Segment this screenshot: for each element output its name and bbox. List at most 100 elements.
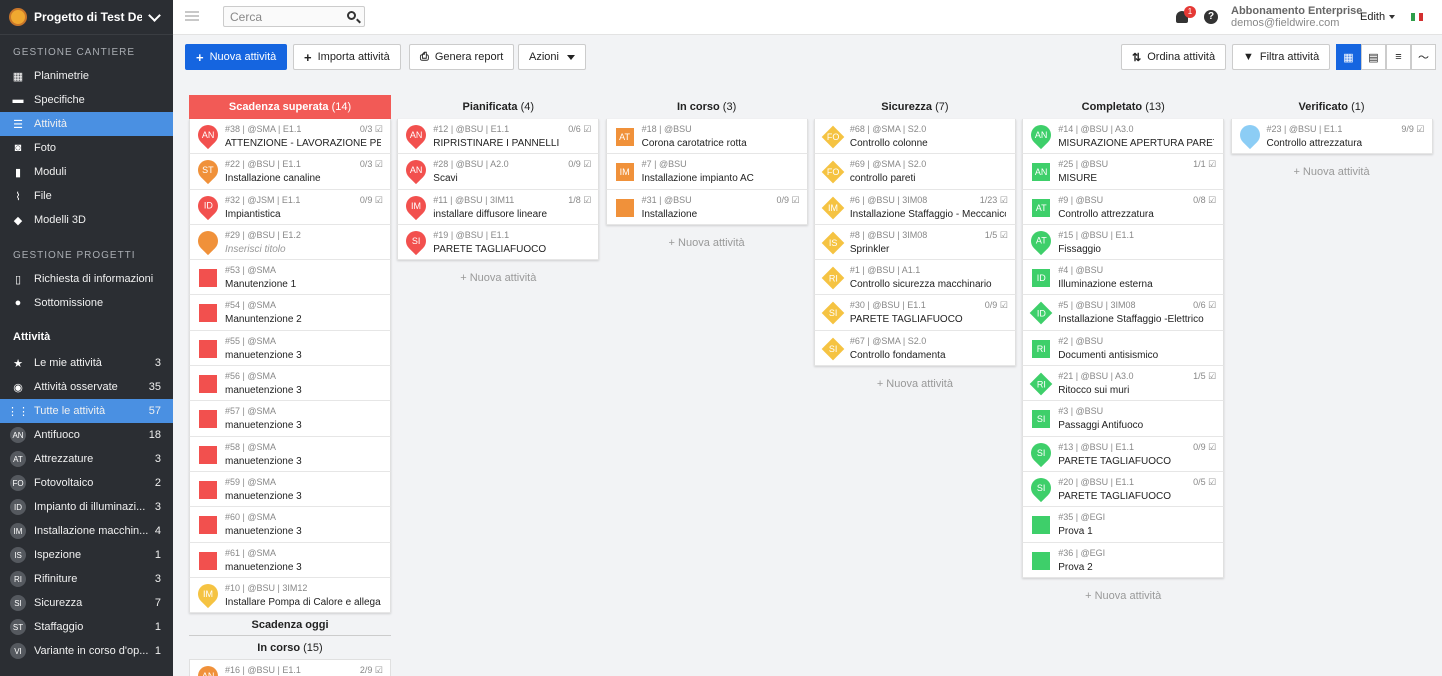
task-card[interactable]: SI #67 | @SMA | S2.0 Controllo fondamenta <box>813 330 1016 367</box>
task-card[interactable]: IM #7 | @BSU Installazione impianto AC <box>605 154 808 190</box>
task-card[interactable]: ID #5 | @BSU | 3IM08 Installazione Staffag… <box>1022 295 1225 331</box>
sidebar-item-le-mie-attivit-[interactable]: ★ Le mie attività 3 <box>0 351 173 375</box>
menu-icon[interactable] <box>185 11 199 21</box>
task-card[interactable]: AN #25 | @BSU MISURE 1/1 ☑ <box>1022 154 1225 190</box>
map-icon: ▦ <box>12 70 24 83</box>
new-task-button[interactable]: + Nuova attività <box>185 44 288 70</box>
task-card[interactable]: #57 | @SMA manuetenzione 3 <box>189 401 391 437</box>
task-card[interactable]: SI #20 | @BSU | E1.1 PARETE TAGLIAFUOCO 0/5… <box>1022 471 1225 508</box>
task-card[interactable]: ID #32 | @JSM | E1.1 Impiantistica 0/9 ☑ <box>189 189 391 225</box>
filter-tasks-button[interactable]: ▼ Filtra attività <box>1232 44 1331 70</box>
user-menu[interactable]: Edith <box>1360 11 1395 23</box>
new-task-link[interactable]: + Nuova attività <box>814 378 1016 390</box>
task-card[interactable]: #58 | @SMA manuetenzione 3 <box>189 436 391 472</box>
task-card[interactable]: AN #28 | @BSU | A2.0 Scavi 0/9 ☑ <box>397 154 600 190</box>
sidebar-category-si[interactable]: SI Sicurezza 7 <box>0 591 173 615</box>
import-tasks-button[interactable]: + Importa attività <box>293 44 401 70</box>
sidebar-item-label: Le mie attività <box>34 357 102 369</box>
task-card[interactable]: ST #22 | @BSU | E1.1 Installazione canalin… <box>189 154 391 190</box>
task-card[interactable]: #56 | @SMA manuetenzione 3 <box>189 366 391 402</box>
checklist-progress: 1/5 ☑ <box>984 229 1008 240</box>
italian-flag-icon[interactable] <box>1411 13 1423 21</box>
task-card[interactable]: IS #8 | @BSU | 3IM08 Sprinkler 1/5 ☑ <box>813 224 1016 261</box>
task-meta: #5 | @BSU | 3IM08 <box>1058 300 1136 311</box>
board-view-icon[interactable]: ▦ <box>1336 44 1361 70</box>
task-card[interactable]: #23 | @BSU | E1.1 Controllo attrezzatura 9… <box>1230 119 1433 155</box>
new-task-link[interactable]: + Nuova attività <box>397 272 599 284</box>
category-marker-icon: ID <box>1029 302 1053 325</box>
task-card[interactable]: #60 | @SMA manuetenzione 3 <box>189 507 391 543</box>
actions-dropdown[interactable]: Azioni <box>518 44 586 70</box>
sidebar-category-is[interactable]: IS Ispezione 1 <box>0 543 173 567</box>
search-input[interactable] <box>224 7 334 26</box>
sidebar-item-attivit-osservate[interactable]: ◉ Attività osservate 35 <box>0 375 173 399</box>
task-title: Installazione Staffaggio -Elettrico <box>1058 314 1204 326</box>
sidebar-item-foto[interactable]: ◙ Foto <box>0 136 173 160</box>
task-card[interactable]: SI #30 | @BSU | E1.1 PARETE TAGLIAFUOCO 0/9… <box>813 295 1016 331</box>
task-card[interactable]: AN#16 | @BSU | E1.1 2/9 ☑ <box>189 659 391 676</box>
task-card[interactable]: #61 | @SMA manuetenzione 3 <box>189 542 391 578</box>
sidebar-item-count: 1 <box>154 549 161 561</box>
task-card[interactable]: AN #14 | @BSU | A3.0 MISURAZIONE APERTURA … <box>1022 119 1225 155</box>
sidebar-category-ri[interactable]: RI Rifiniture 3 <box>0 567 173 591</box>
task-title: PARETE TAGLIAFUOCO <box>1058 490 1171 502</box>
task-card[interactable]: AN #38 | @SMA | E1.1 ATTENZIONE - LAVORAZI… <box>189 119 391 155</box>
task-card[interactable]: #54 | @SMA Manuntenzione 2 <box>189 295 391 331</box>
task-card[interactable]: #55 | @SMA manuetenzione 3 <box>189 330 391 367</box>
sidebar-item-planimetrie[interactable]: ▦ Planimetrie <box>0 64 173 88</box>
sidebar-item-sottomissione[interactable]: ● Sottomissione <box>0 291 173 315</box>
sidebar-category-fo[interactable]: FO Fotovoltaico 2 <box>0 471 173 495</box>
task-card[interactable]: SI #3 | @BSU Passaggi Antifuoco <box>1022 401 1225 437</box>
task-meta: #69 | @SMA | S2.0 <box>849 159 927 170</box>
task-card[interactable]: IM #10 | @BSU | 3IM12 Installare Pompa di … <box>189 577 391 614</box>
sidebar-item-specifiche[interactable]: ▬ Specifiche <box>0 88 173 112</box>
task-card[interactable]: #35 | @EGI Prova 1 <box>1022 507 1225 543</box>
task-card[interactable]: ID #4 | @BSU Illuminazione esterna <box>1022 260 1225 296</box>
search-icon[interactable] <box>347 11 356 20</box>
task-card[interactable]: IM #6 | @BSU | 3IM08 Installazione Staffag… <box>813 189 1016 225</box>
sidebar-item-richiesta-di-informazioni[interactable]: ▯ Richiesta di informazioni <box>0 267 173 291</box>
category-marker-icon: SI <box>821 302 845 325</box>
help-icon[interactable]: ? <box>1204 10 1218 24</box>
sidebar-category-im[interactable]: IM Installazione macchin... 4 <box>0 519 173 543</box>
task-card[interactable]: SI #13 | @BSU | E1.1 PARETE TAGLIAFUOCO 0/9… <box>1022 436 1225 472</box>
checklist-progress: 0/6 ☑ <box>1193 300 1217 311</box>
sort-tasks-button[interactable]: ⇅ Ordina attività <box>1121 44 1227 70</box>
task-card[interactable]: RI #2 | @BSU Documenti antisismico <box>1022 330 1225 367</box>
task-card[interactable]: #59 | @SMA manuetenzione 3 <box>189 471 391 508</box>
chart-view-icon[interactable]: 〜 <box>1411 44 1436 70</box>
new-task-link[interactable]: + Nuova attività <box>1022 590 1224 602</box>
task-card[interactable]: AN #12 | @BSU | E1.1 RIPRISTINARE I PANNEL… <box>397 119 600 155</box>
task-card[interactable]: AT #9 | @BSU Controllo attrezzatura 0/8 ☑ <box>1022 189 1225 225</box>
sidebar-item-count: 18 <box>148 429 161 441</box>
task-card[interactable]: IM #11 | @BSU | 3IM11 installare diffusore… <box>397 189 600 225</box>
sidebar-category-at[interactable]: AT Attrezzature 3 <box>0 447 173 471</box>
task-card[interactable]: FO #69 | @SMA | S2.0 controllo pareti <box>813 154 1016 190</box>
calendar-view-icon[interactable]: ▤ <box>1361 44 1386 70</box>
task-card[interactable]: #29 | @BSU | E1.2 Inserisci titolo <box>189 224 391 261</box>
task-card[interactable]: AT #18 | @BSU Corona carotatrice rotta <box>605 119 808 155</box>
sidebar-item-tutte-le-attivit-[interactable]: ⋮⋮ Tutte le attività 57 <box>0 399 173 423</box>
generate-report-button[interactable]: ⎙ Genera report <box>409 44 515 70</box>
task-card[interactable]: FO #68 | @SMA | S2.0 Controllo colonne <box>813 119 1016 155</box>
sidebar-item-modelli-3d[interactable]: ◆ Modelli 3D <box>0 208 173 232</box>
sidebar-item-attivit-[interactable]: ☰ Attività <box>0 112 173 136</box>
new-task-link[interactable]: + Nuova attività <box>1231 166 1433 178</box>
task-card[interactable]: #53 | @SMA Manutenzione 1 <box>189 260 391 296</box>
sidebar-item-moduli[interactable]: ▮ Moduli <box>0 160 173 184</box>
gantt-view-icon[interactable]: ≡ <box>1386 44 1411 70</box>
task-card[interactable]: SI #19 | @BSU | E1.1 PARETE TAGLIAFUOCO <box>397 224 600 261</box>
sidebar-category-st[interactable]: ST Staffaggio 1 <box>0 615 173 639</box>
new-task-link[interactable]: + Nuova attività <box>606 237 808 249</box>
sidebar-category-id[interactable]: ID Impianto di illuminazi... 3 <box>0 495 173 519</box>
sidebar-category-vi[interactable]: VI Variante in corso d'op... 1 <box>0 639 173 663</box>
cube-icon: ◆ <box>13 214 23 227</box>
sidebar-category-an[interactable]: AN Antifuoco 18 <box>0 423 173 447</box>
sidebar-item-file[interactable]: ⌇ File <box>0 184 173 208</box>
task-card[interactable]: RI #1 | @BSU | A1.1 Controllo sicurezza ma… <box>813 260 1016 296</box>
task-card[interactable]: #31 | @BSU Installazione 0/9 ☑ <box>605 189 808 225</box>
project-selector[interactable]: Progetto di Test De... <box>0 0 173 35</box>
task-card[interactable]: RI #21 | @BSU | A3.0 Ritocco sui muri 1/5 ☑ <box>1022 366 1225 402</box>
task-card[interactable]: #36 | @EGI Prova 2 <box>1022 542 1225 578</box>
task-card[interactable]: AT #15 | @BSU | E1.1 Fissaggio <box>1022 224 1225 261</box>
